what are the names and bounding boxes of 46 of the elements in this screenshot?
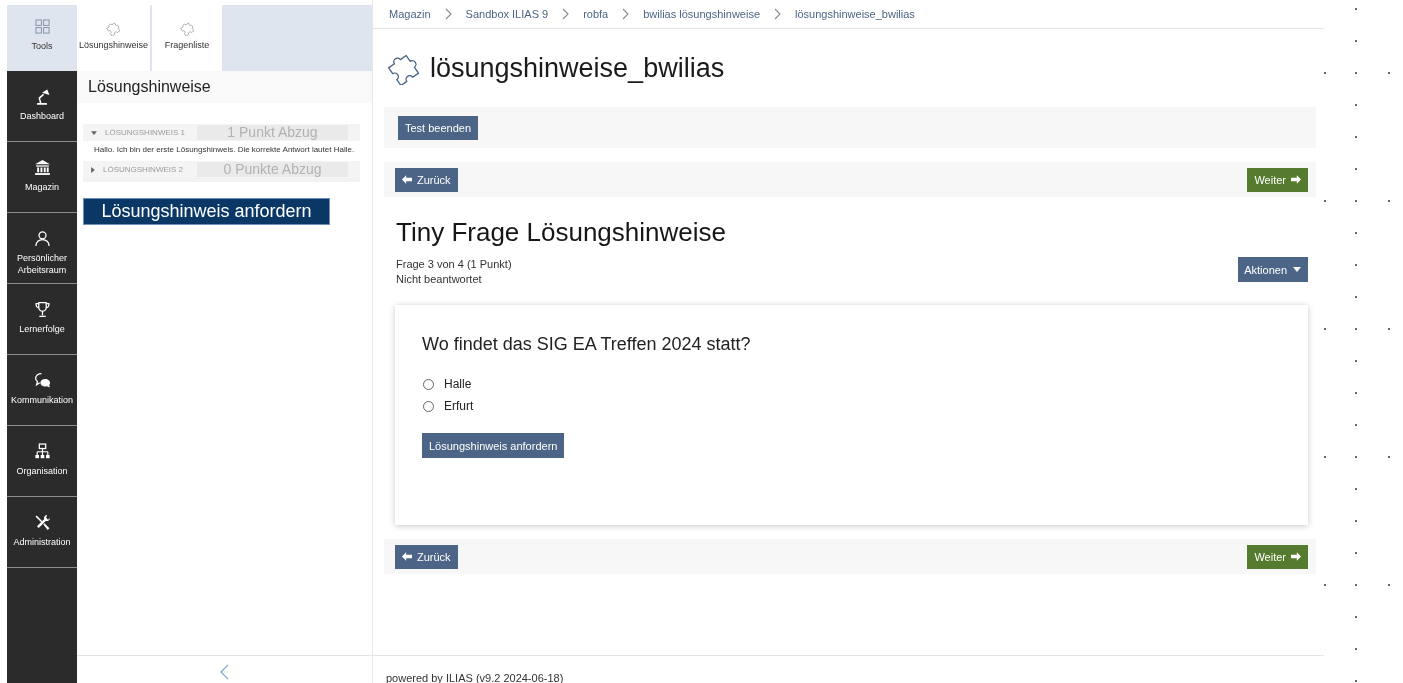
page-title: lösungshinweise_bwilias: [430, 52, 725, 84]
sitemap-icon: [33, 443, 51, 460]
arrow-right-icon: [1291, 175, 1301, 184]
breadcrumb-link[interactable]: robfa: [583, 8, 609, 20]
question-info: Frage 3 von 4 (1 Punkt): [396, 257, 512, 272]
chevron-right-icon: [444, 8, 452, 20]
speech-bubbles-icon: [33, 372, 51, 389]
question-text: Wo findet das SIG EA Treffen 2024 statt?: [422, 333, 751, 356]
question-info: Nicht beantwortet: [396, 272, 483, 287]
slate-title: Lösungshinweise: [77, 71, 372, 103]
breadcrumb-link[interactable]: Sandbox ILIAS 9: [465, 8, 549, 20]
points-deduction: 1 Punkt Abzug: [197, 125, 348, 140]
previous-button[interactable]: Zurück: [395, 167, 458, 192]
grid-icon: [34, 19, 50, 34]
person-icon: [33, 230, 51, 247]
breadcrumb-link[interactable]: lösungshinweise_bwilias: [795, 8, 915, 20]
tool-tab[interactable]: Lösungshinweise: [77, 5, 151, 71]
arrow-right-icon: [1291, 552, 1301, 561]
next-button[interactable]: Weiter: [1247, 544, 1308, 569]
arrow-left-icon: [402, 552, 412, 561]
caret-down-icon: [1293, 267, 1301, 272]
chevron-right-icon: [622, 8, 630, 20]
request-hint-button[interactable]: Lösungshinweis anfordern: [422, 433, 565, 458]
breadcrumb-link[interactable]: bwilias lösungshinweise: [643, 8, 760, 20]
end-test-button[interactable]: Test beenden: [398, 115, 479, 140]
previous-button[interactable]: Zurück: [395, 544, 458, 569]
request-hint-button[interactable]: Lösungshinweis anfordern: [83, 198, 330, 225]
radio-button[interactable]: [423, 378, 434, 390]
option-label[interactable]: Erfurt: [444, 399, 474, 413]
actions-button[interactable]: Aktionen: [1238, 257, 1308, 282]
bank-icon: [33, 159, 51, 176]
arrow-left-icon: [402, 175, 412, 184]
wrench-screwdriver-icon: [33, 514, 51, 531]
chevron-right-icon: [774, 8, 781, 20]
radio-button[interactable]: [423, 400, 434, 412]
puzzle-icon: [106, 20, 121, 36]
puzzle-icon: [179, 20, 195, 36]
tool-tab[interactable]: Fragenliste: [152, 5, 223, 71]
trophy-icon: [33, 301, 51, 318]
breadcrumb-link[interactable]: Magazin: [389, 8, 431, 20]
chevron-right-icon: [562, 8, 570, 20]
next-button[interactable]: Weiter: [1247, 167, 1308, 192]
option-label[interactable]: Halle: [444, 377, 472, 391]
chevron-left-icon[interactable]: [220, 663, 229, 680]
hint-text: Hallo. Ich bin der erste Lösungshinweis. Die korrekte Antwort lautet Halle.: [93, 144, 356, 156]
question-title: Tiny Frage Lösungshinweise: [396, 217, 727, 247]
